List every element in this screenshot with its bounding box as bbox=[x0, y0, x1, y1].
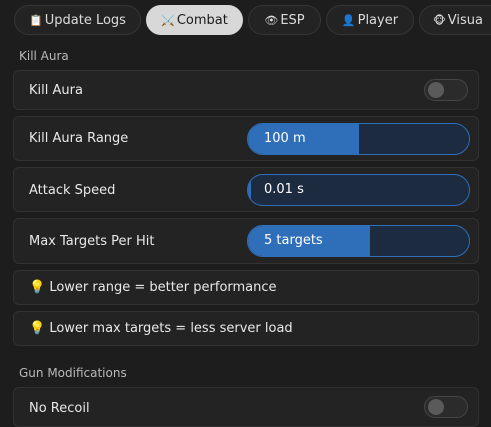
tab-combat[interactable]: ⚔️ Combat bbox=[146, 5, 243, 35]
max-targets-row: Max Targets Per Hit 5 targets bbox=[13, 218, 479, 264]
tip-text: Lower range = better performance bbox=[49, 280, 277, 295]
section-title-gun-mods: Gun Modifications bbox=[19, 366, 127, 380]
crossed-swords-icon: ⚔️ bbox=[161, 14, 175, 27]
monkey-icon: 🐵 bbox=[433, 14, 446, 27]
eye-icon: 👁 bbox=[264, 14, 279, 27]
tab-bar: 📋 Update Logs ⚔️ Combat 👁 ESP 👤 Player 🐵 Visu… bbox=[0, 5, 491, 37]
lightbulb-icon: 💡 bbox=[29, 280, 46, 295]
tip-text: Lower max targets = less server load bbox=[49, 321, 293, 336]
tab-label: Visua bbox=[447, 13, 483, 28]
slider-value: 5 targets bbox=[264, 233, 323, 248]
max-targets-slider[interactable]: 5 targets bbox=[247, 225, 470, 257]
tab-label: Player bbox=[357, 13, 399, 28]
toggle-knob bbox=[428, 399, 444, 415]
tip-range-text: 💡 Lower range = better performance bbox=[29, 280, 277, 295]
tip-max-targets-text: 💡 Lower max targets = less server load bbox=[29, 321, 293, 336]
tab-update-logs[interactable]: 📋 Update Logs bbox=[14, 5, 141, 35]
clipboard-icon: 📋 bbox=[29, 14, 43, 27]
kill-aura-toggle[interactable] bbox=[424, 79, 468, 101]
tip-range: 💡 Lower range = better performance bbox=[13, 270, 479, 305]
tab-esp[interactable]: 👁 ESP bbox=[248, 5, 321, 35]
attack-speed-row: Attack Speed 0.01 s bbox=[13, 167, 479, 212]
tab-label: Update Logs bbox=[44, 13, 126, 28]
kill-aura-range-slider[interactable]: 100 m bbox=[247, 123, 470, 155]
toggle-knob bbox=[428, 82, 444, 98]
slider-fill bbox=[248, 175, 252, 205]
section-title-kill-aura: Kill Aura bbox=[19, 49, 69, 63]
tip-max-targets: 💡 Lower max targets = less server load bbox=[13, 311, 479, 346]
attack-speed-label: Attack Speed bbox=[29, 183, 116, 198]
no-recoil-label: No Recoil bbox=[29, 401, 90, 416]
lightbulb-icon: 💡 bbox=[29, 321, 46, 336]
tab-label: Combat bbox=[176, 13, 228, 28]
tab-player[interactable]: 👤 Player bbox=[326, 5, 414, 35]
user-icon: 👤 bbox=[341, 14, 356, 27]
slider-value: 100 m bbox=[264, 131, 306, 146]
kill-aura-label: Kill Aura bbox=[29, 83, 83, 98]
tab-label: ESP bbox=[280, 13, 305, 28]
kill-aura-toggle-row[interactable]: Kill Aura bbox=[13, 70, 479, 110]
kill-aura-range-row: Kill Aura Range 100 m bbox=[13, 116, 479, 161]
max-targets-label: Max Targets Per Hit bbox=[29, 234, 155, 249]
no-recoil-toggle[interactable] bbox=[424, 396, 468, 418]
no-recoil-row[interactable]: No Recoil bbox=[13, 387, 479, 427]
attack-speed-slider[interactable]: 0.01 s bbox=[247, 174, 470, 206]
tab-visuals[interactable]: 🐵 Visua bbox=[419, 5, 491, 35]
kill-aura-range-label: Kill Aura Range bbox=[29, 131, 129, 146]
slider-value: 0.01 s bbox=[264, 182, 304, 197]
